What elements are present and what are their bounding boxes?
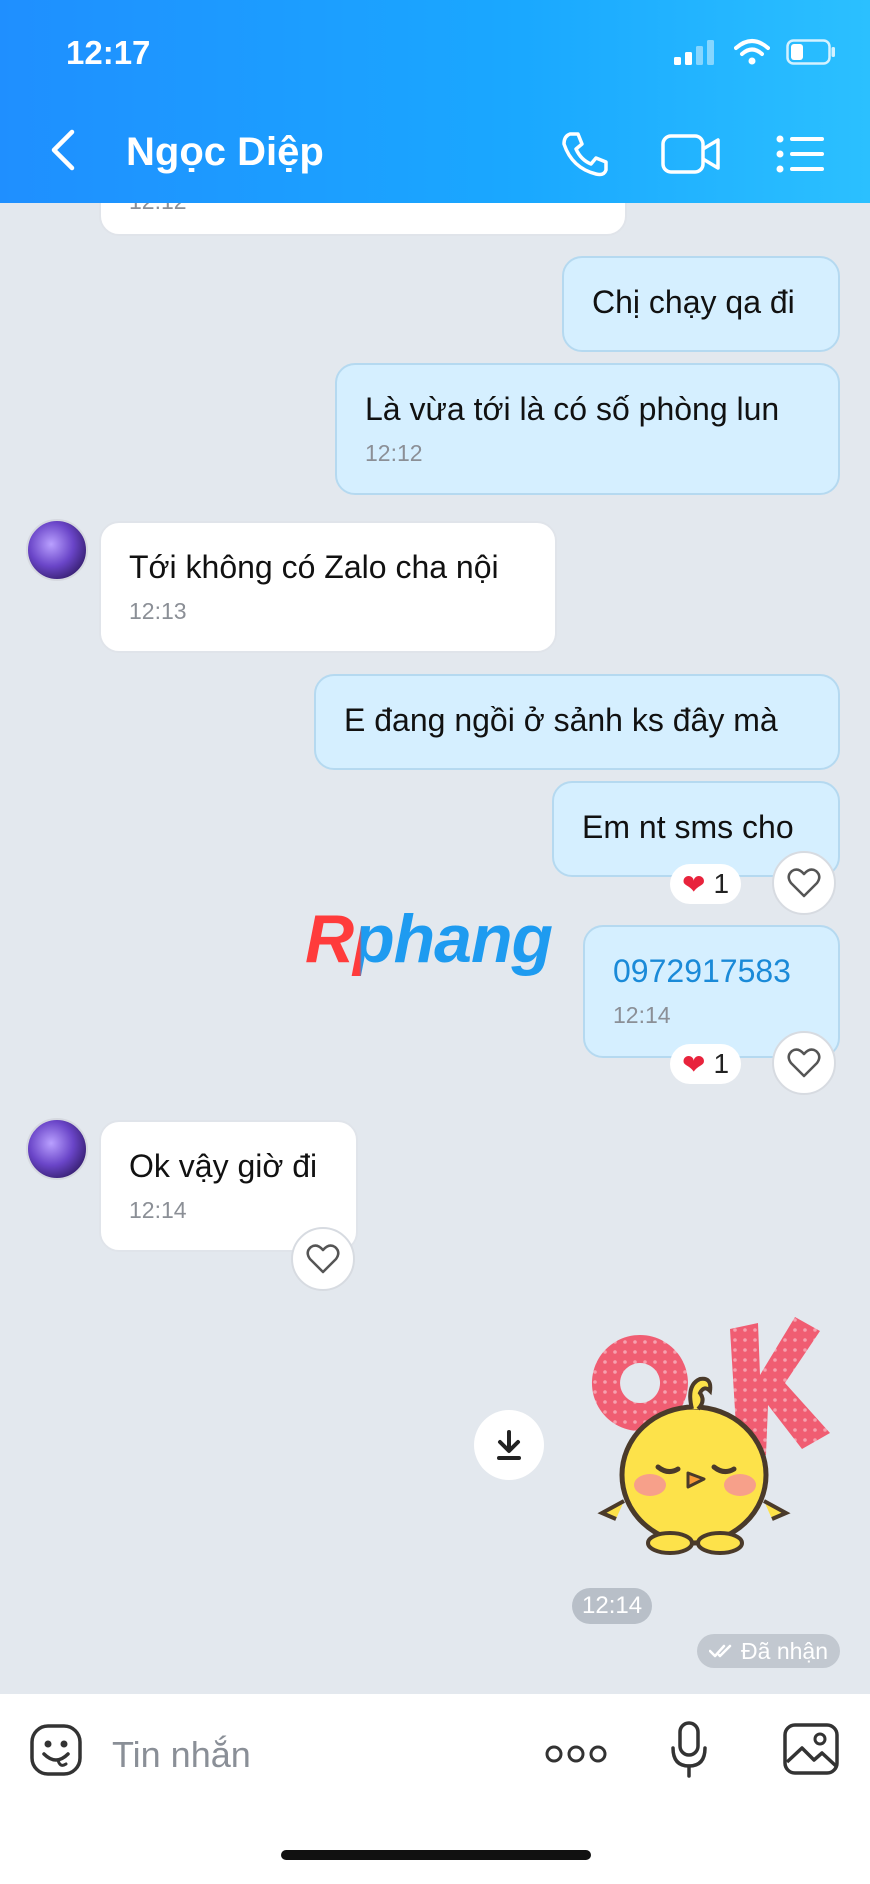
message-text: E đang ngồi ở sảnh ks đây mà [344,702,778,738]
wifi-icon [734,39,770,65]
phone-icon[interactable] [560,130,610,178]
reaction-count[interactable]: ❤ 1 [670,864,742,904]
avatar[interactable] [26,519,88,581]
sticker-time: 12:14 [572,1588,653,1624]
contact-name[interactable]: Ngọc Diệp [126,130,324,175]
message-bubble-outgoing[interactable]: Là vừa tới là có số phòng lun 12:12 [335,363,840,495]
battery-icon [786,39,835,65]
download-icon [497,1430,521,1460]
reaction-count-label: 1 [713,1048,730,1079]
message-time: 12:12 [365,440,423,466]
message-text: Là vừa tới là có số phòng lun [365,391,780,427]
message-time: 12:14 [129,1197,187,1223]
message-time: 12:14 [613,1002,671,1028]
status-icons [674,38,836,66]
message-input-bar: Tin nhắn [0,1694,870,1884]
watermark: Rphang [305,901,553,977]
message-bubble-outgoing[interactable]: Chị chạy qa đi [562,256,840,352]
reaction-count[interactable]: ❤ 1 [670,1044,742,1084]
more-dots-icon[interactable] [545,1744,607,1764]
list-menu-icon[interactable] [776,134,824,174]
microphone-icon[interactable] [670,1720,708,1780]
heart-reaction-icon: ❤ [682,1048,706,1080]
video-camera-icon[interactable] [660,132,722,176]
message-text: Em nt sms cho [582,809,794,845]
delivery-status: Đã nhận [697,1634,840,1668]
emoji-icon[interactable] [28,1722,84,1778]
message-bubble-incoming[interactable]: Tới không có Zalo cha nội 12:13 [99,521,557,653]
status-time: 12:17 [66,34,151,71]
message-text: Ok vậy giờ đi [129,1148,318,1184]
heart-outline-icon[interactable] [291,1227,355,1291]
heart-outline-icon[interactable] [772,1031,836,1095]
image-icon[interactable] [782,1722,840,1776]
message-input[interactable]: Tin nhắn [112,1734,251,1776]
message-text: Tới không có Zalo cha nội [129,549,499,585]
chat-header-overlay: 12:17 Ngọc Diệp [0,0,870,203]
message-bubble-outgoing[interactable]: E đang ngồi ở sảnh ks đây mà [314,674,840,770]
delivery-status-label: Đã nhận [741,1638,828,1664]
phone-number-link[interactable]: 0972917583 [613,953,810,990]
chevron-left-icon[interactable] [48,128,78,172]
reaction-count-label: 1 [713,868,730,899]
download-button[interactable] [474,1410,544,1480]
message-text: Chị chạy qa đi [592,284,795,320]
double-check-icon [709,1644,732,1658]
home-indicator [281,1850,591,1860]
signal-icon [674,40,714,65]
heart-reaction-icon: ❤ [682,868,706,900]
message-time: 12:13 [129,598,187,624]
ok-sticker[interactable] [580,1305,840,1565]
heart-outline-icon[interactable] [772,851,836,915]
avatar[interactable] [26,1118,88,1180]
